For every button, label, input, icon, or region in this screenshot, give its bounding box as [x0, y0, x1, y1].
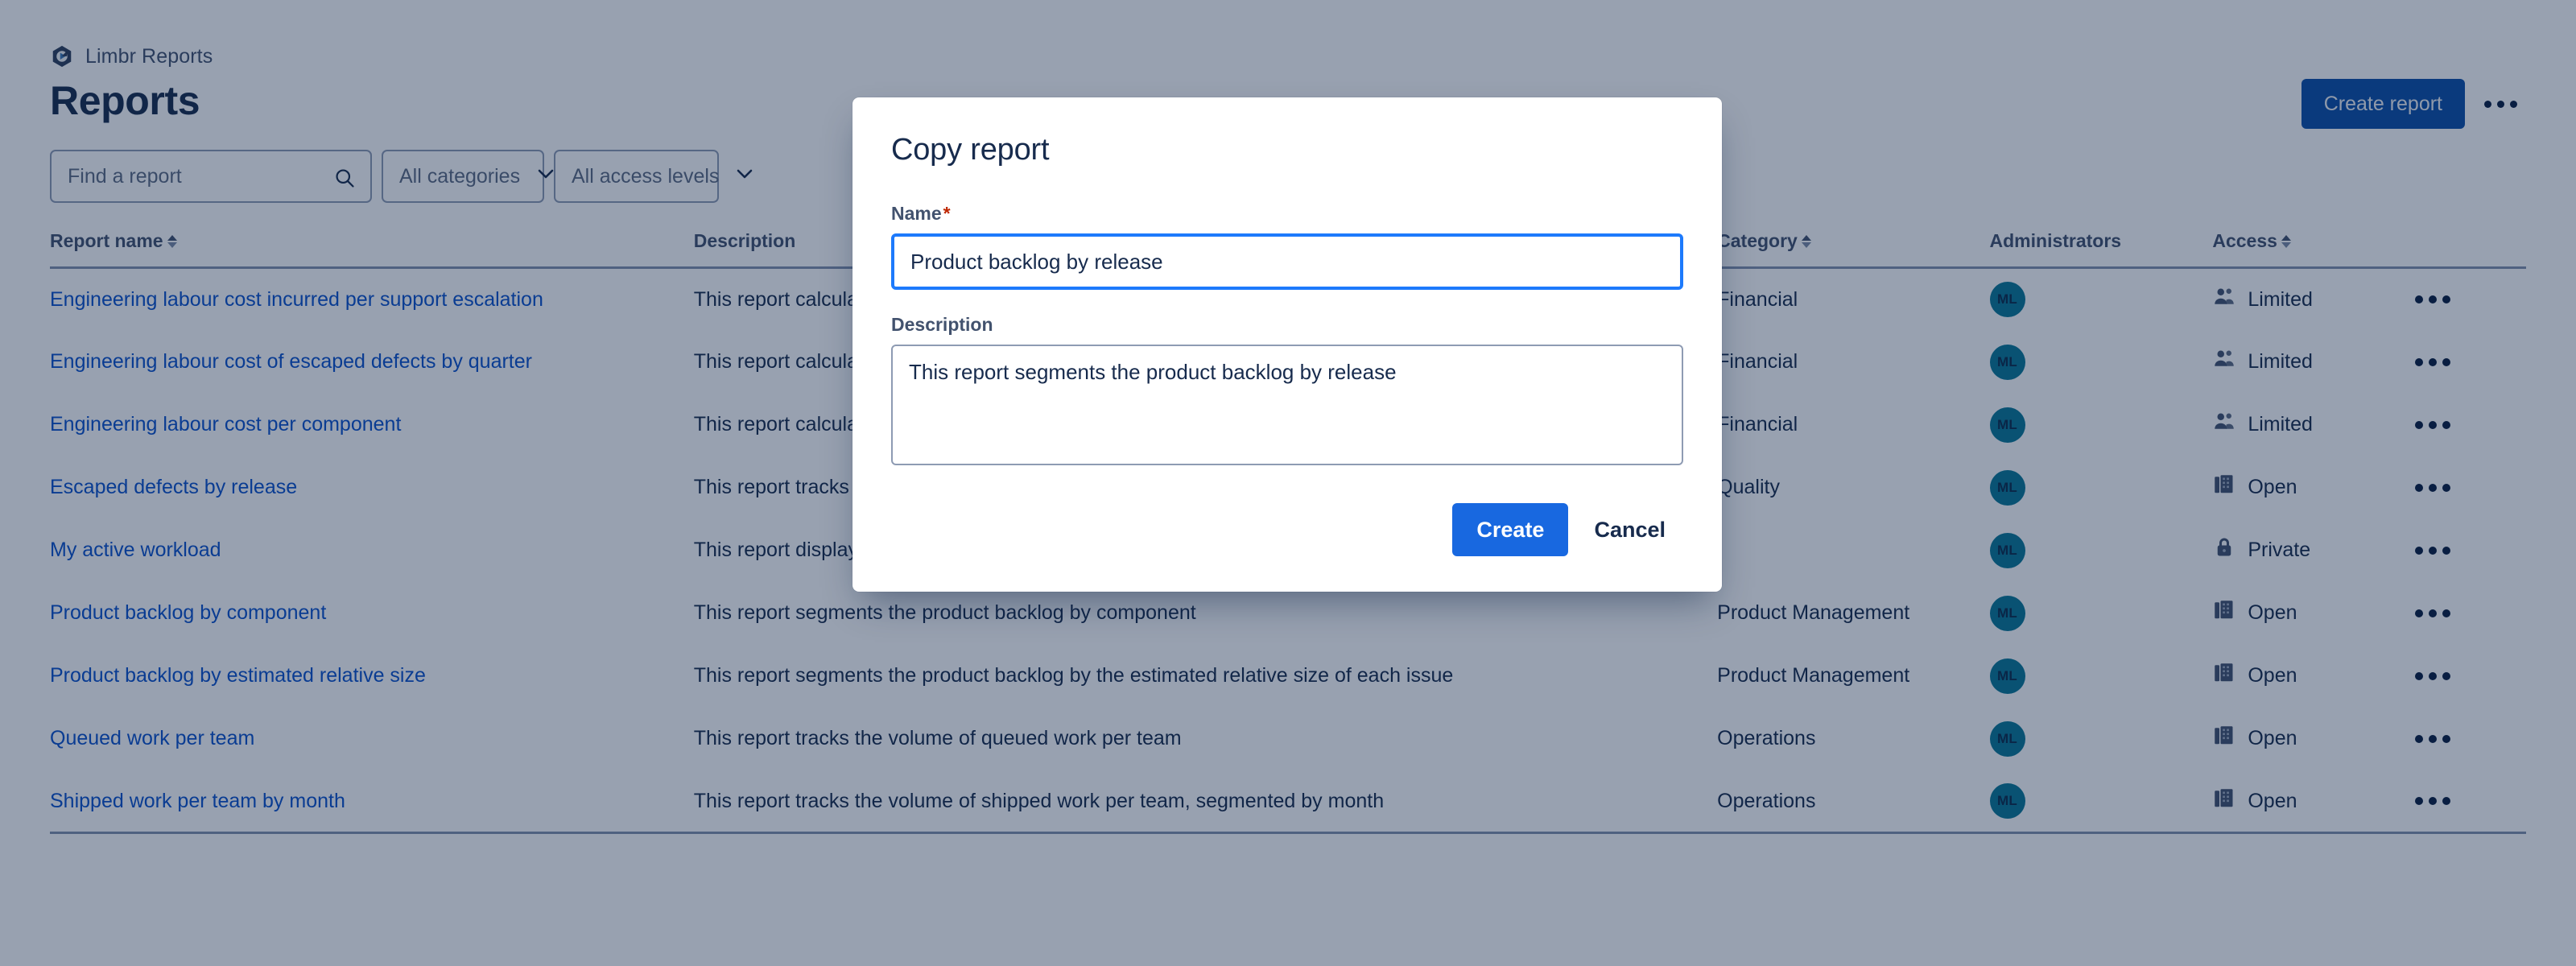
cancel-button[interactable]: Cancel [1576, 503, 1683, 556]
name-label-text: Name [891, 203, 942, 224]
required-marker: * [943, 203, 951, 224]
description-label-text: Description [891, 314, 993, 335]
dialog-actions: Create Cancel [891, 503, 1683, 556]
description-field-label: Description [891, 314, 1683, 336]
copy-report-dialog: Copy report Name * Description Create Ca… [852, 97, 1722, 592]
name-input[interactable] [891, 233, 1683, 290]
name-field-label: Name * [891, 203, 1683, 225]
description-textarea[interactable] [891, 345, 1683, 465]
dialog-title: Copy report [891, 133, 1050, 167]
create-button[interactable]: Create [1452, 503, 1569, 556]
